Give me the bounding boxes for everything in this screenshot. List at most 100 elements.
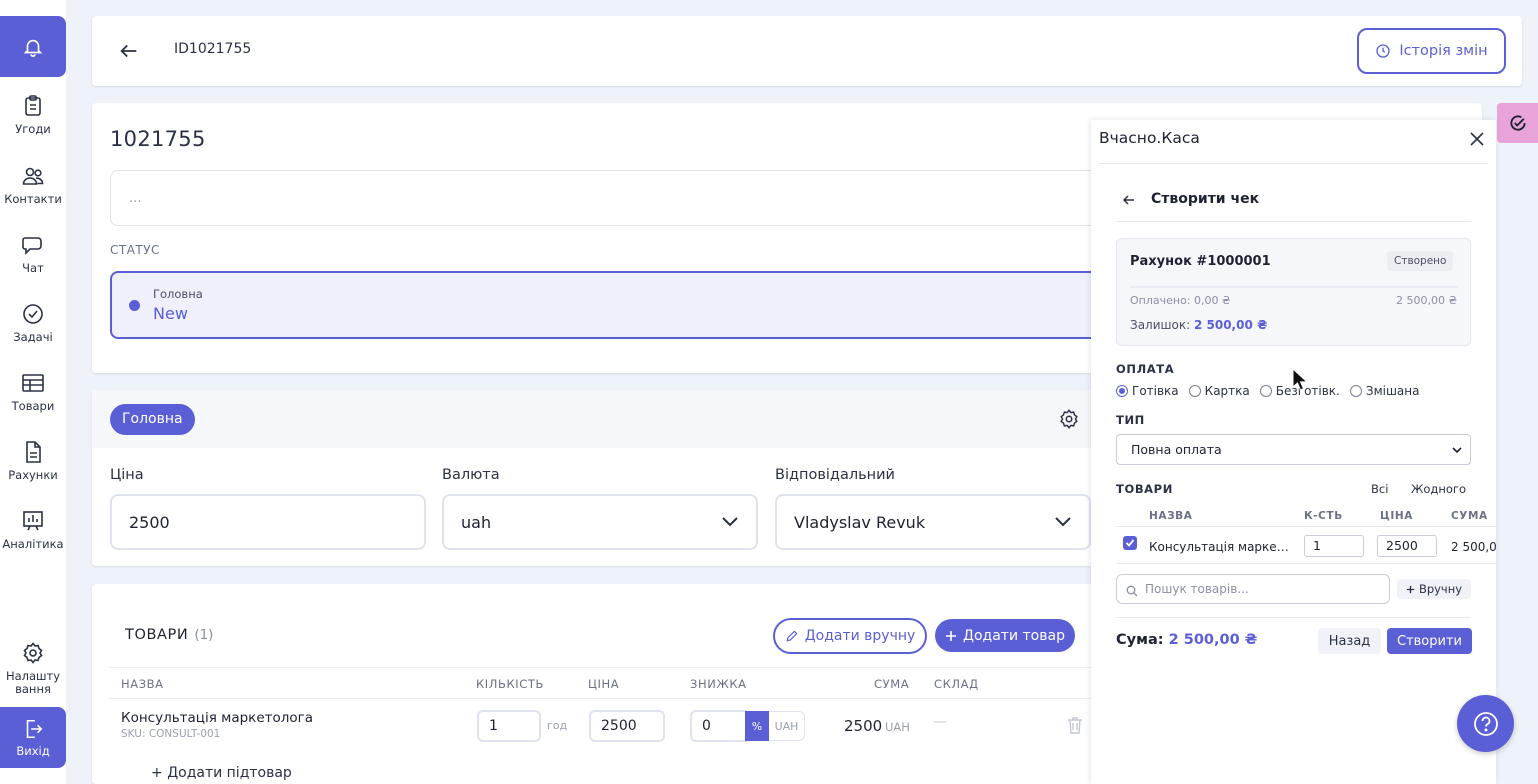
add-subproduct-label: Додати підтовар — [167, 765, 292, 781]
deal-title: 1021755 — [110, 127, 206, 151]
add-product-label: Додати товар — [963, 627, 1065, 644]
responsible-value: Vladyslav Revuk — [794, 513, 926, 532]
status-selector[interactable]: Головна New — [110, 271, 1190, 339]
sidebar-item-analytics[interactable]: Аналітика — [0, 509, 66, 567]
gear-icon[interactable] — [1058, 408, 1080, 430]
currency-label: Валюта — [442, 467, 500, 483]
gear-icon — [23, 642, 43, 664]
sidebar-item-label: Угоди — [15, 122, 51, 136]
history-button-label: Історія змін — [1399, 43, 1488, 59]
add-manual-button[interactable]: Додати вручну — [773, 618, 927, 654]
page-header: ID1021755 Історія змін — [92, 16, 1522, 86]
sidebar-item-contacts[interactable]: Контакти — [0, 164, 66, 222]
sidebar-item-products[interactable]: Товари — [0, 371, 66, 429]
goods-row-sum: 2500 — [844, 717, 883, 735]
sidebar-item-deals[interactable]: Угоди — [0, 94, 66, 152]
price-input[interactable]: 2500 — [110, 494, 426, 550]
price-input[interactable]: 2500 — [589, 710, 665, 742]
logout-button[interactable]: Вихід — [0, 707, 66, 768]
tasks-side-tab[interactable] — [1497, 103, 1538, 143]
type-select[interactable]: Повна оплата — [1116, 434, 1471, 465]
receipt-total: Сума: 2 500,00 ₴ — [1116, 632, 1257, 648]
create-receipt-button[interactable]: Створити — [1387, 628, 1472, 654]
status-label: СТАТУС — [110, 243, 160, 257]
trash-icon[interactable] — [1067, 716, 1083, 734]
goods-title-text: ТОВАРИ — [125, 627, 189, 643]
panel-col-name: НАЗВА — [1149, 510, 1193, 522]
add-subproduct-link[interactable]: + Додати підтовар — [151, 765, 292, 781]
type-value: Повна оплата — [1131, 442, 1222, 457]
goods-count: (1) — [194, 627, 214, 643]
payment-card[interactable]: Картка — [1188, 384, 1250, 398]
sidebar-item-chat[interactable]: Чат — [0, 233, 66, 291]
panel-col-qty: К-СТЬ — [1304, 510, 1343, 522]
add-manual-item-button[interactable]: Вручну — [1397, 579, 1471, 599]
col-price: ЦІНА — [588, 677, 620, 691]
sidebar-item-label: Контакти — [4, 192, 62, 206]
total-value: 2 500,00 ₴ — [1168, 632, 1258, 648]
back-button[interactable]: Назад — [1318, 628, 1381, 654]
logout-label: Вихід — [16, 743, 50, 758]
check-circle-icon — [23, 304, 43, 324]
status-pipeline: Головна — [153, 287, 203, 301]
back-arrow-icon[interactable] — [1122, 193, 1136, 207]
clipboard-icon — [25, 95, 41, 116]
discount-percent-toggle[interactable]: % — [745, 711, 769, 741]
panel-col-sum: СУМА — [1451, 510, 1488, 522]
payment-cash[interactable]: Готівка — [1116, 384, 1179, 398]
goods-row-currency: UAH — [885, 720, 910, 734]
sidebar-item-label: Налашту вання — [5, 669, 61, 696]
sidebar-item-label: Рахунки — [8, 468, 58, 482]
search-icon — [1126, 585, 1138, 597]
sidebar-item-invoices[interactable]: Рахунки — [0, 440, 66, 498]
add-product-button[interactable]: Додати товар — [935, 619, 1075, 652]
sidebar-item-settings[interactable]: Налашту вання — [0, 641, 66, 699]
col-name: НАЗВА — [121, 677, 164, 691]
item-checkbox[interactable] — [1123, 536, 1137, 550]
sidebar-item-tasks[interactable]: Задачі — [0, 302, 66, 360]
divider — [1116, 526, 1496, 527]
close-icon[interactable] — [1469, 131, 1485, 147]
bell-icon — [23, 39, 43, 57]
payment-option-label: Готівка — [1132, 384, 1179, 398]
users-icon — [22, 167, 44, 185]
chat-icon — [22, 237, 42, 255]
divider — [1116, 563, 1496, 564]
product-search-input[interactable]: Пошук товарів... — [1116, 574, 1390, 604]
manual-label: Вручну — [1418, 582, 1463, 596]
panel-item-qty-input[interactable]: 1 — [1304, 535, 1364, 557]
select-all-link[interactable]: Всі — [1371, 482, 1388, 496]
currency-select[interactable]: uah — [442, 494, 758, 550]
panel-item-name: Консультація маркетолога — [1149, 540, 1291, 554]
notifications-button[interactable] — [0, 16, 66, 77]
help-button[interactable] — [1457, 695, 1514, 752]
qty-unit: год — [547, 719, 568, 732]
chevron-down-icon — [1055, 517, 1071, 527]
goods-row-name: Консультація маркетолога — [121, 710, 314, 726]
tab-main[interactable]: Головна — [110, 404, 195, 435]
sidebar-item-label: Товари — [11, 399, 55, 413]
responsible-label: Відповідальний — [775, 467, 895, 483]
divider — [1099, 163, 1488, 164]
payment-mixed[interactable]: Змішана — [1349, 384, 1420, 398]
select-none-link[interactable]: Жодного — [1411, 482, 1466, 496]
remaining-value: 2 500,00 ₴ — [1193, 318, 1268, 332]
sidebar-item-label: Задачі — [13, 330, 53, 344]
goods-table-header: НАЗВА КІЛЬКІСТЬ ЦІНА ЗНИЖКА СУМА СКЛАД — [109, 667, 1099, 699]
deal-id: ID1021755 — [174, 41, 252, 57]
goods-row-sku: SKU: CONSULT-001 — [121, 728, 221, 740]
back-arrow-icon[interactable] — [118, 40, 140, 62]
plus-icon: + — [151, 765, 168, 781]
panel-item-price-input[interactable]: 2500 — [1377, 535, 1437, 557]
history-button[interactable]: Історія змін — [1357, 28, 1506, 74]
col-warehouse: СКЛАД — [934, 677, 979, 691]
discount-uah-toggle[interactable]: UAH — [769, 711, 805, 741]
deal-description-input[interactable]: ... — [110, 170, 1190, 226]
divider — [1130, 286, 1458, 288]
panel-subtitle: Створити чек — [1151, 191, 1260, 207]
logout-icon — [26, 719, 43, 738]
responsible-select[interactable]: Vladyslav Revuk — [775, 494, 1091, 550]
discount-input[interactable]: 0 — [690, 710, 747, 742]
qty-input[interactable]: 1 — [477, 710, 541, 742]
chart-board-icon — [23, 511, 43, 531]
